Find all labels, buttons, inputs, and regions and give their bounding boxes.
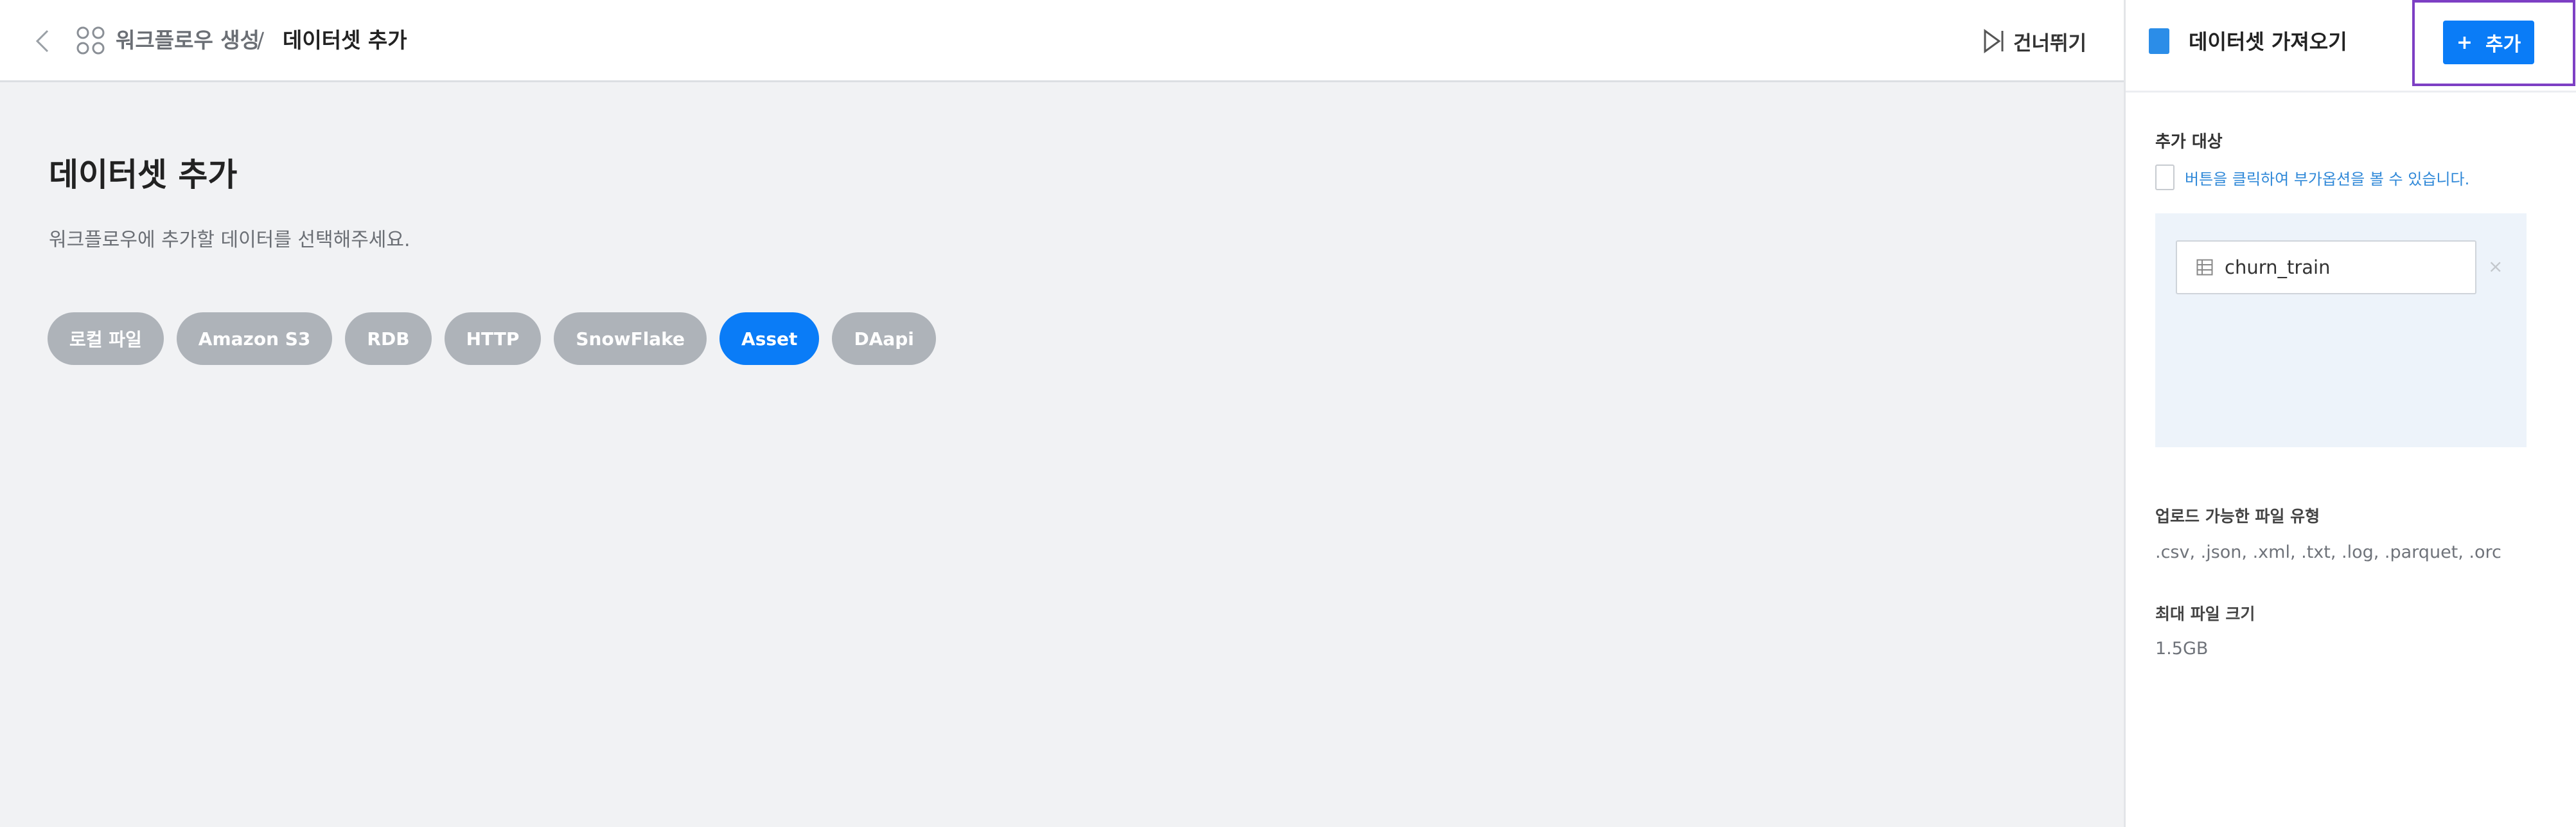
max-size-label: 최대 파일 크기 [2155,605,2255,623]
page-description: 워크플로우에 추가할 데이터를 선택해주세요. [49,229,410,251]
target-label: 추가 대상 [2155,132,2223,152]
panel-title: 데이터셋 가져오기 [2189,30,2347,54]
import-panel: 데이터셋 가져오기 + 추가 추가 대상 버튼을 클릭하여 부가옵션을 볼 수 … [2124,0,2576,827]
skip-label: 건너뛰기 [2013,31,2087,55]
options-toggle-button[interactable] [2155,165,2175,190]
breadcrumb-current: 데이터셋 추가 [283,28,407,53]
dataset-icon [2149,28,2169,54]
skip-button[interactable]: 건너뛰기 [1982,23,2086,59]
remove-item-button[interactable]: × [2488,256,2503,277]
skip-icon [1984,29,2004,53]
source-chip-rdb[interactable]: RDB [345,312,432,365]
back-button[interactable] [30,26,55,57]
table-icon [2196,259,2213,276]
source-chip-group: 로컬 파일 Amazon S3 RDB HTTP SnowFlake Asset… [48,312,936,365]
file-types-label: 업로드 가능한 파일 유형 [2155,507,2320,526]
add-button-label: 추가 [2485,33,2521,56]
panel-header: 데이터셋 가져오기 + 추가 [2126,0,2576,93]
max-size-value: 1.5GB [2155,639,2209,659]
chevron-left-icon [35,30,49,53]
source-chip-daapi[interactable]: DAapi [832,312,936,365]
source-chip-amazon-s3[interactable]: Amazon S3 [176,312,333,365]
plus-icon: + [2456,31,2473,54]
breadcrumb-separator: / [257,28,265,53]
target-item[interactable]: churn_train [2176,240,2476,294]
workflow-icon [76,26,105,55]
file-types-value: .csv, .json, .xml, .txt, .log, .parquet,… [2155,542,2501,562]
source-chip-http[interactable]: HTTP [444,312,542,365]
page-title: 데이터셋 추가 [49,156,238,193]
add-button[interactable]: + 추가 [2443,21,2534,64]
source-chip-local-file[interactable]: 로컬 파일 [48,312,164,365]
hint-text: 버튼을 클릭하여 부가옵션을 볼 수 있습니다. [2185,170,2470,188]
source-chip-snowflake[interactable]: SnowFlake [554,312,707,365]
target-list: churn_train × [2155,213,2527,447]
options-hint: 버튼을 클릭하여 부가옵션을 볼 수 있습니다. [2155,165,2469,190]
target-item-name: churn_train [2225,256,2331,278]
top-bar: 워크플로우 생성 / 데이터셋 추가 건너뛰기 [0,0,2124,82]
source-chip-asset[interactable]: Asset [719,312,820,365]
breadcrumb-workflow-create[interactable]: 워크플로우 생성 [116,24,260,57]
